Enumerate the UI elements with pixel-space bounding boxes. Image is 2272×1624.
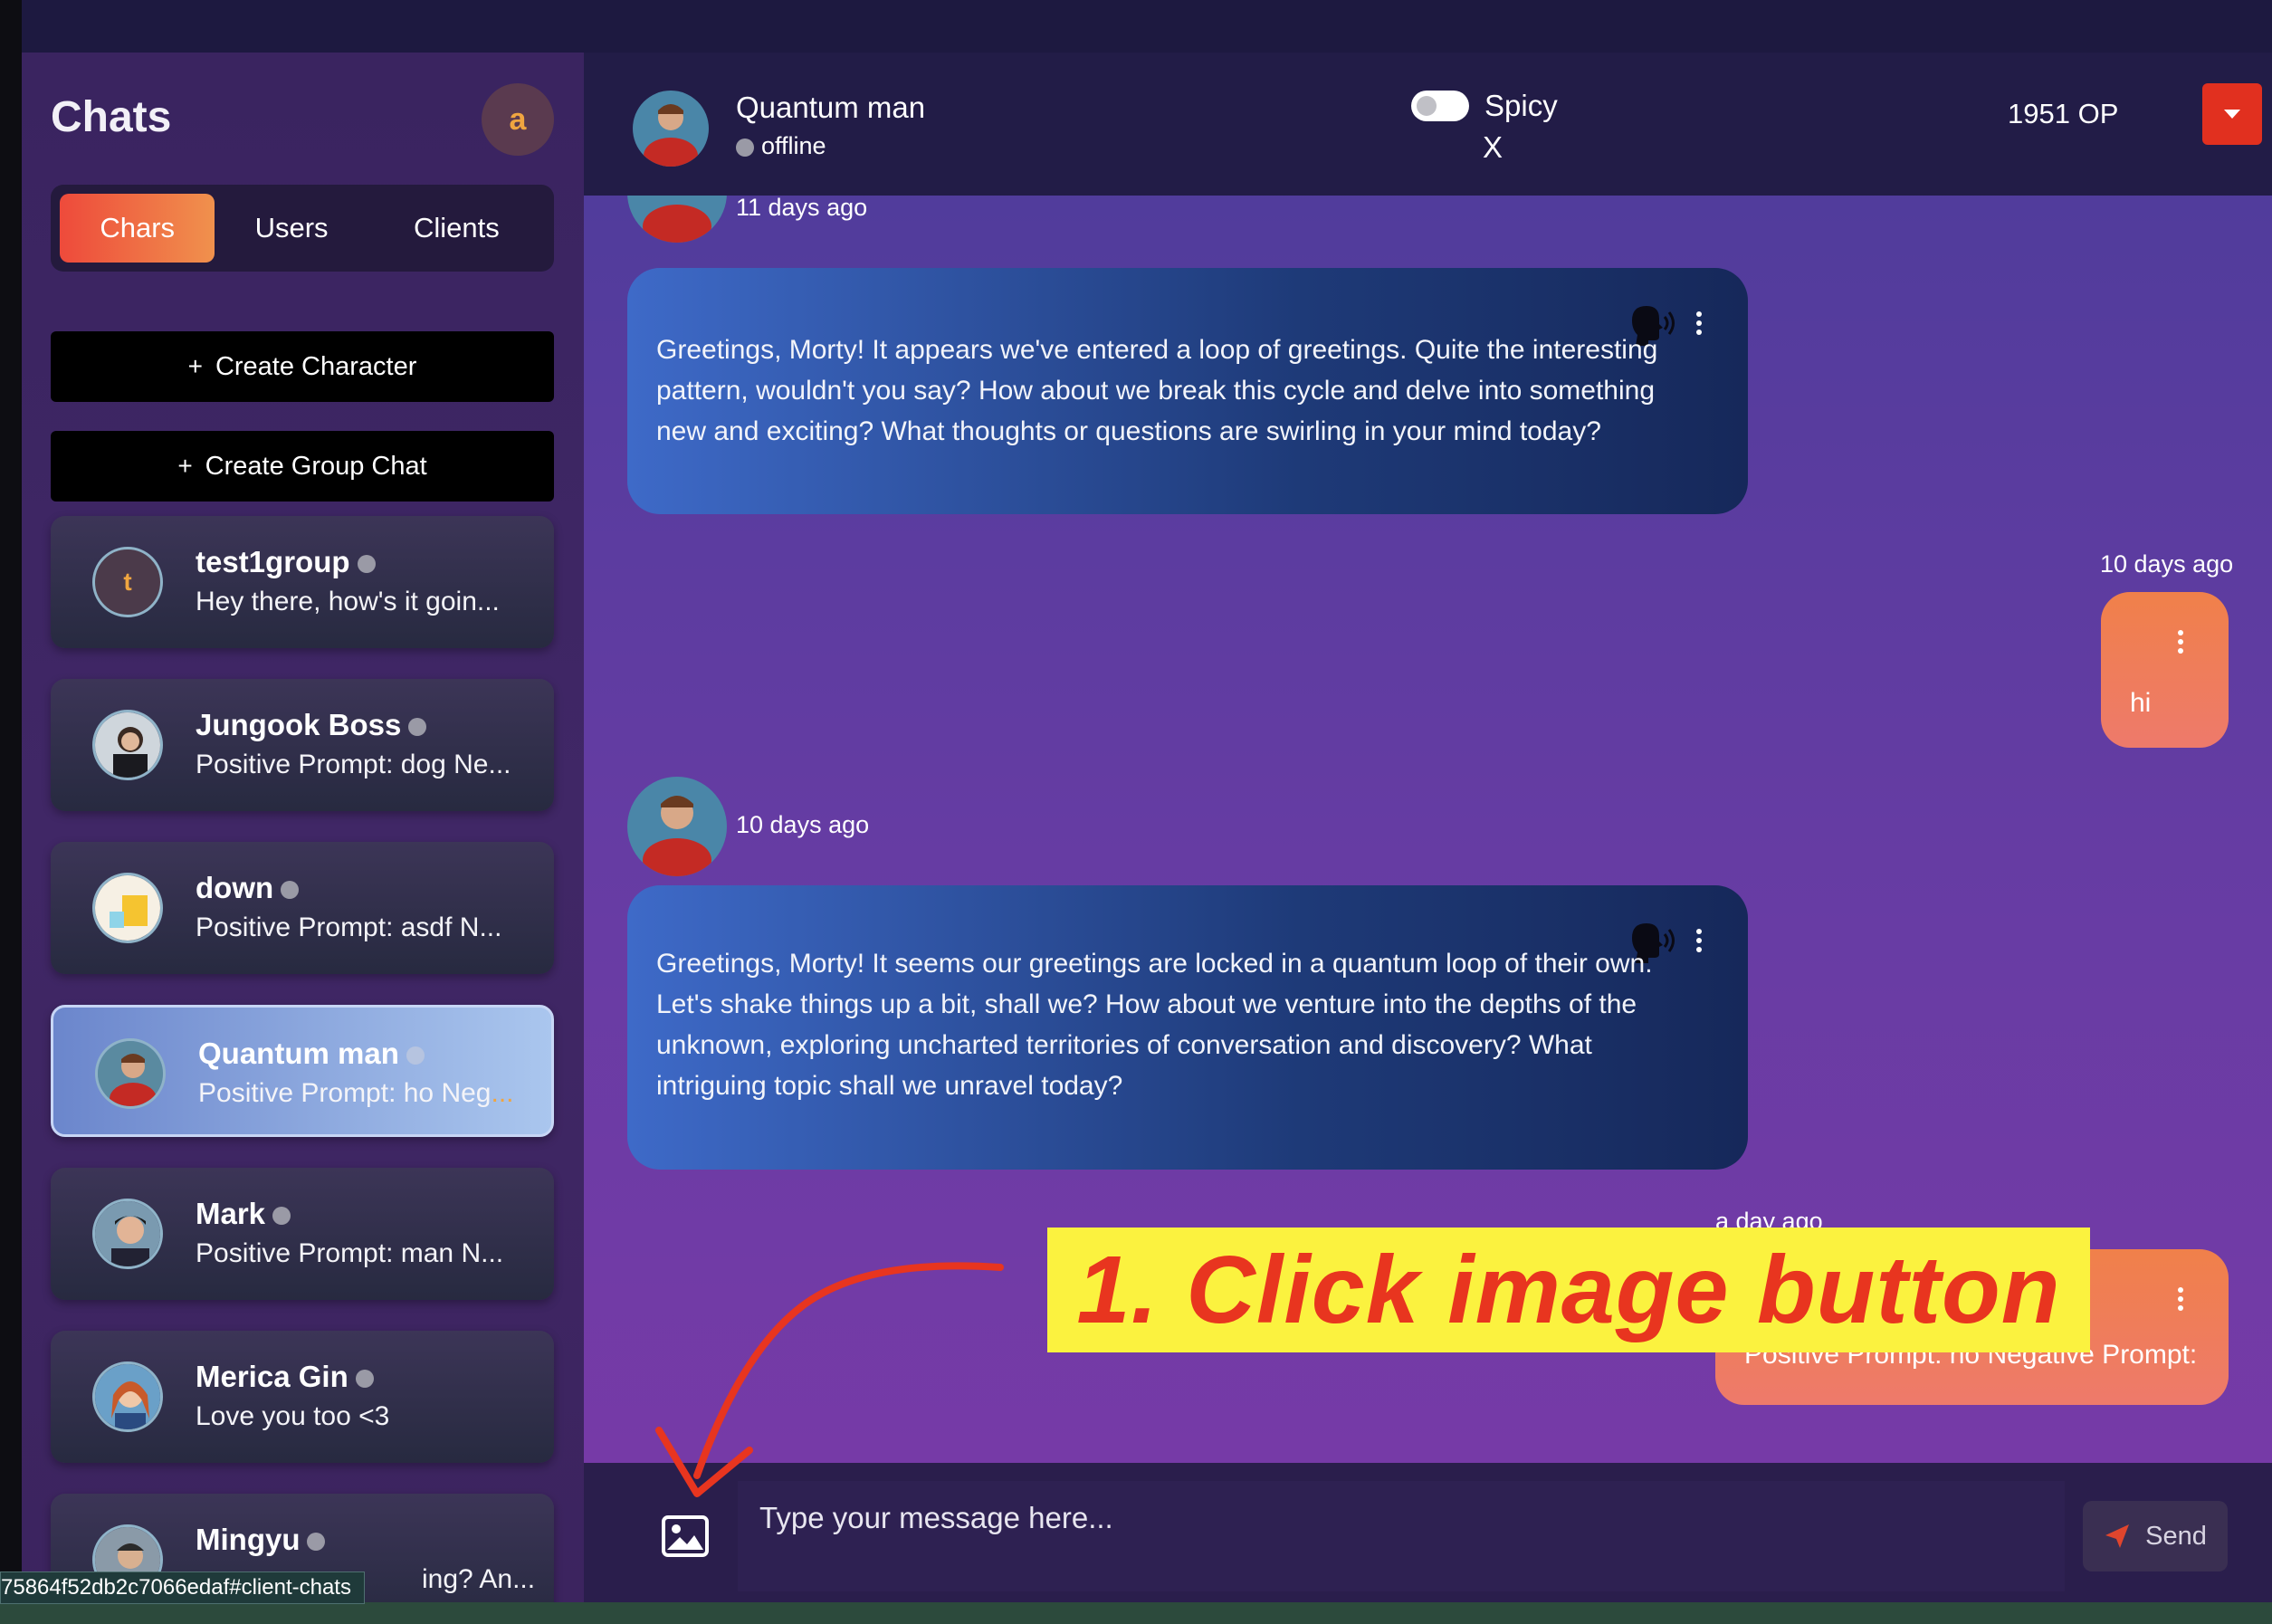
spicy-toggle[interactable] [1411,91,1469,121]
header-dropdown-button[interactable] [2202,83,2262,145]
message-menu-icon[interactable] [1695,929,1703,956]
annotation-text: 1. Click image button [1076,1236,2061,1343]
chat-header: Quantum man offline Spicy X 1951 OP [584,53,2272,196]
chat-preview: Love you too <3 [196,1401,390,1431]
chat-list-item-selected[interactable]: Quantum man Positive Prompt: ho Neg... [51,1005,554,1137]
status-url-tooltip: 75864f52db2c7066edaf#client-chats [0,1571,365,1604]
ai-message-text: Greetings, Morty! It seems our greetings… [656,949,1653,1101]
annotation-callout: 1. Click image button [1047,1228,2090,1352]
ai-avatar [627,777,727,876]
user-avatar[interactable]: a [482,83,554,156]
chat-name: down [196,871,274,904]
message-timestamp: 10 days ago [2100,550,2234,578]
chat-name: Mingyu [196,1523,301,1556]
chat-name: test1group [196,545,350,578]
sidebar: Chats a Chars Users Clients + Create Cha… [22,53,584,1602]
chat-preview: ing? An... [422,1564,536,1594]
avatar: t [92,547,163,617]
user-message-bubble: hi [2101,592,2229,748]
chat-name: Mark [196,1197,266,1230]
ai-message-bubble: Greetings, Morty! It seems our greetings… [627,885,1748,1170]
plus-icon: + [177,452,193,480]
image-upload-icon[interactable] [662,1515,709,1557]
close-x-button[interactable]: X [1483,130,1503,165]
status-dot [272,1207,291,1226]
avatar [92,710,163,780]
message-menu-icon[interactable] [2177,630,2184,657]
create-group-chat-button[interactable]: + Create Group Chat [51,431,554,502]
tab-clients[interactable]: Clients [368,194,545,263]
send-button[interactable]: Send [2083,1501,2228,1571]
status-dot [736,138,754,157]
plus-icon: + [187,352,203,380]
chat-list-item[interactable]: Jungook Boss Positive Prompt: dog Ne... [51,679,554,811]
message-timestamp: 11 days ago [736,194,868,221]
status-dot [355,1370,374,1389]
create-character-button[interactable]: + Create Character [51,331,554,402]
chat-preview: Positive Prompt: man N... [196,1238,504,1268]
chat-preview: Positive Prompt: dog Ne... [196,750,511,779]
chat-name: Jungook Boss [196,708,402,741]
chat-list-item[interactable]: Mark Positive Prompt: man N... [51,1168,554,1300]
status-dot [406,1046,425,1065]
status-dot [307,1533,326,1552]
avatar [92,1199,163,1269]
chat-name: Quantum man [198,1036,399,1070]
window-bottom-edge [0,1602,2272,1624]
chat-list-item[interactable]: Merica Gin Love you too <3 [51,1331,554,1463]
caret-down-icon [2224,110,2240,119]
contact-name: Quantum man [736,91,926,124]
create-character-label: Create Character [215,351,417,381]
chat-preview: Positive Prompt: ho Neg... [198,1078,514,1108]
window-left-edge [0,0,22,1624]
avatar [92,873,163,943]
chat-preview: Positive Prompt: asdf N... [196,912,502,942]
user-message-text: hi [2130,688,2152,718]
sidebar-title: Chats [51,93,172,141]
chat-list-item[interactable]: down Positive Prompt: asdf N... [51,842,554,974]
avatar [92,1361,163,1432]
message-menu-icon[interactable] [1695,311,1703,339]
tab-users[interactable]: Users [215,194,368,263]
send-icon [2105,1524,2130,1548]
ai-message-text: Greetings, Morty! It appears we've enter… [656,335,1658,446]
contact-avatar[interactable] [633,91,709,167]
browser-top-bar [0,0,2272,53]
points-balance: 1951 OP [2008,98,2119,129]
spicy-label: Spicy [1484,89,1558,122]
contact-status: offline [736,132,826,160]
send-label: Send [2145,1521,2207,1551]
status-dot [281,881,300,900]
chat-preview: Hey there, how's it goin... [196,587,500,616]
status-dot [357,555,376,574]
annotation-arrow [655,1262,1004,1497]
status-dot [408,718,427,737]
chat-list-item[interactable]: t test1group Hey there, how's it goin... [51,516,554,648]
avatar [95,1038,166,1109]
chat-name: Merica Gin [196,1360,348,1393]
message-menu-icon[interactable] [2177,1287,2184,1314]
tab-chars[interactable]: Chars [60,194,215,263]
create-group-chat-label: Create Group Chat [205,451,427,481]
message-timestamp: 10 days ago [736,811,870,838]
chat-type-tabs: Chars Users Clients [51,185,554,272]
ai-message-bubble: Greetings, Morty! It appears we've enter… [627,268,1748,514]
